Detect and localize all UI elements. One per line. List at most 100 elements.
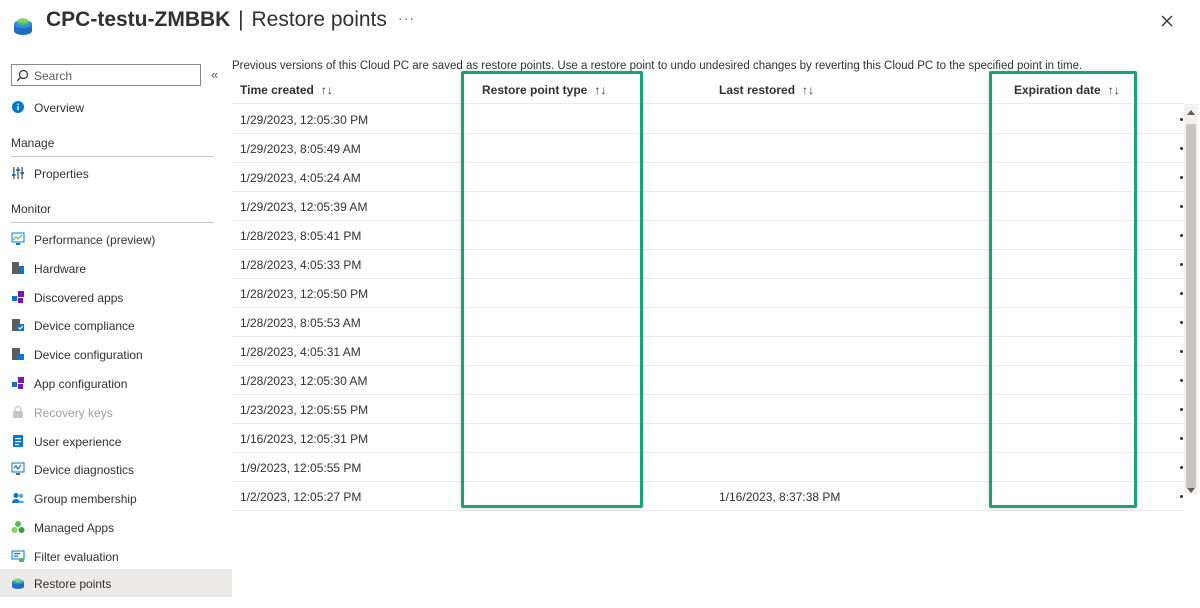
cell-time-created: 1/28/2023, 12:05:30 AM: [240, 374, 368, 388]
table-row[interactable]: 1/28/2023, 8:05:41 PM: [232, 221, 1184, 250]
column-label: Time created: [240, 83, 314, 97]
search-input[interactable]: Search: [11, 64, 201, 86]
overflow-dot: [1180, 205, 1183, 208]
more-options-button[interactable]: ···: [398, 10, 415, 26]
collapse-menu-button[interactable]: «: [211, 67, 218, 82]
nav-item-recovery-keys[interactable]: Recovery keys: [0, 398, 232, 426]
table-row[interactable]: 1/28/2023, 12:05:50 PM: [232, 279, 1184, 308]
nav-item-restore-points[interactable]: Restore points: [0, 569, 232, 597]
key-icon: [13, 405, 23, 418]
sort-icon: ↑↓: [802, 83, 815, 97]
overflow-dot: [1180, 437, 1183, 440]
overflow-dot: [1180, 147, 1183, 150]
user-experience-icon: [13, 435, 23, 447]
table-row[interactable]: 1/29/2023, 12:05:39 AM: [232, 192, 1184, 221]
table-row[interactable]: 1/16/2023, 12:05:31 PM: [232, 424, 1184, 453]
cell-time-created: 1/28/2023, 4:05:31 AM: [240, 345, 361, 359]
table-row[interactable]: 1/29/2023, 4:05:24 AM: [232, 163, 1184, 192]
table-row[interactable]: 1/28/2023, 4:05:33 PM: [232, 250, 1184, 279]
nav-label: Device diagnostics: [34, 463, 135, 477]
cell-time-created: 1/28/2023, 12:05:50 PM: [240, 287, 369, 301]
nav-label: Properties: [34, 167, 89, 181]
sort-icon: ↑↓: [594, 83, 607, 97]
nav-label: Managed Apps: [34, 521, 115, 535]
nav-label: Performance (preview): [34, 233, 156, 247]
page-title: CPC-testu-ZMBBK | Restore points: [46, 8, 387, 32]
table-row[interactable]: 1/29/2023, 12:05:30 PM: [232, 105, 1184, 134]
column-label: Restore point type: [482, 83, 588, 97]
title-separator: |: [238, 8, 244, 31]
nav-item-device-diagnostics[interactable]: Device diagnostics: [0, 455, 232, 483]
configuration-icon: [12, 348, 24, 360]
cell-time-created: 1/28/2023, 4:05:33 PM: [240, 258, 362, 272]
table-row[interactable]: 1/28/2023, 4:05:31 AM: [232, 337, 1184, 366]
overflow-dot: [1180, 176, 1183, 179]
managed-apps-icon: [11, 521, 25, 533]
nav-label: Device configuration: [34, 348, 143, 362]
overflow-dot: [1180, 234, 1183, 237]
nav-label: Restore points: [34, 577, 112, 591]
cell-time-created: 1/16/2023, 12:05:31 PM: [240, 432, 369, 446]
section-manage: Manage: [11, 136, 55, 150]
search-icon: [16, 69, 29, 82]
nav-item-performance[interactable]: Performance (preview): [0, 225, 232, 253]
cell-time-created: 1/28/2023, 8:05:53 AM: [240, 316, 361, 330]
scroll-up-arrow-icon[interactable]: [1186, 108, 1196, 116]
cell-time-created: 1/23/2023, 12:05:55 PM: [240, 403, 369, 417]
table-row[interactable]: 1/2/2023, 12:05:27 PM 1/16/2023, 8:37:38…: [232, 482, 1184, 511]
section-monitor: Monitor: [11, 202, 52, 216]
overflow-dot: [1180, 495, 1183, 498]
restore-icon: [12, 578, 24, 589]
cell-time-created: 1/29/2023, 12:05:39 AM: [240, 200, 368, 214]
apps-icon: [12, 291, 24, 303]
scrollbar-thumb[interactable]: [1186, 124, 1196, 488]
nav-item-device-configuration[interactable]: Device configuration: [0, 340, 232, 368]
column-header-time-created[interactable]: Time created ↑↓: [240, 83, 333, 97]
nav-item-managed-apps[interactable]: Managed Apps: [0, 513, 232, 541]
performance-icon: [11, 232, 25, 245]
nav-label: App configuration: [34, 377, 128, 391]
close-icon[interactable]: [1158, 12, 1176, 30]
table-row[interactable]: 1/29/2023, 8:05:49 AM: [232, 134, 1184, 163]
table-header: Time created ↑↓ Restore point type ↑↓ Last…: [232, 76, 1184, 104]
sort-icon: ↑↓: [320, 83, 333, 97]
nav-label: Group membership: [34, 492, 137, 506]
nav-item-group-membership[interactable]: Group membership: [0, 484, 232, 512]
cell-time-created: 1/29/2023, 8:05:49 AM: [240, 142, 361, 156]
overflow-dot: [1180, 292, 1183, 295]
overflow-dot: [1180, 321, 1183, 324]
nav-item-discovered-apps[interactable]: Discovered apps: [0, 283, 232, 311]
cell-time-created: 1/28/2023, 8:05:41 PM: [240, 229, 362, 243]
nav-item-overview[interactable]: Overview: [0, 93, 232, 121]
nav-item-hardware[interactable]: Hardware: [0, 254, 232, 282]
cell-time-created: 1/9/2023, 12:05:55 PM: [240, 461, 362, 475]
table-row[interactable]: 1/9/2023, 12:05:55 PM: [232, 453, 1184, 482]
column-header-last-restored[interactable]: Last restored ↑↓: [719, 83, 814, 97]
table-row[interactable]: 1/28/2023, 12:05:30 AM: [232, 366, 1184, 395]
nav-label: Filter evaluation: [34, 550, 119, 564]
nav-item-device-compliance[interactable]: Device compliance: [0, 311, 232, 339]
nav-item-user-experience[interactable]: User experience: [0, 427, 232, 455]
cloud-pc-icon: [14, 18, 32, 35]
nav-item-filter-evaluation[interactable]: Filter evaluation: [0, 542, 232, 570]
nav-label: Recovery keys: [34, 406, 113, 420]
nav-label: Hardware: [34, 262, 87, 276]
column-header-expiration-date[interactable]: Expiration date ↑↓: [1014, 83, 1120, 97]
divider: [11, 156, 214, 157]
app-config-icon: [12, 377, 24, 389]
column-header-restore-point-type[interactable]: Restore point type ↑↓: [482, 83, 606, 97]
overflow-dot: [1180, 118, 1183, 121]
table-row[interactable]: 1/28/2023, 8:05:53 AM: [232, 308, 1184, 337]
scroll-down-arrow-icon[interactable]: [1186, 487, 1196, 495]
nav-item-app-configuration[interactable]: App configuration: [0, 369, 232, 397]
sort-icon: ↑↓: [1107, 83, 1120, 97]
nav-item-properties[interactable]: Properties: [0, 159, 232, 187]
table-row[interactable]: 1/23/2023, 12:05:55 PM: [232, 395, 1184, 424]
column-label: Expiration date: [1014, 83, 1101, 97]
nav-label: Discovered apps: [34, 291, 124, 305]
overflow-dot: [1180, 350, 1183, 353]
properties-icon: [12, 167, 24, 179]
resource-name: CPC-testu-ZMBBK: [46, 8, 231, 31]
info-icon: [12, 101, 24, 113]
page-description: Previous versions of this Cloud PC are s…: [232, 60, 1083, 72]
